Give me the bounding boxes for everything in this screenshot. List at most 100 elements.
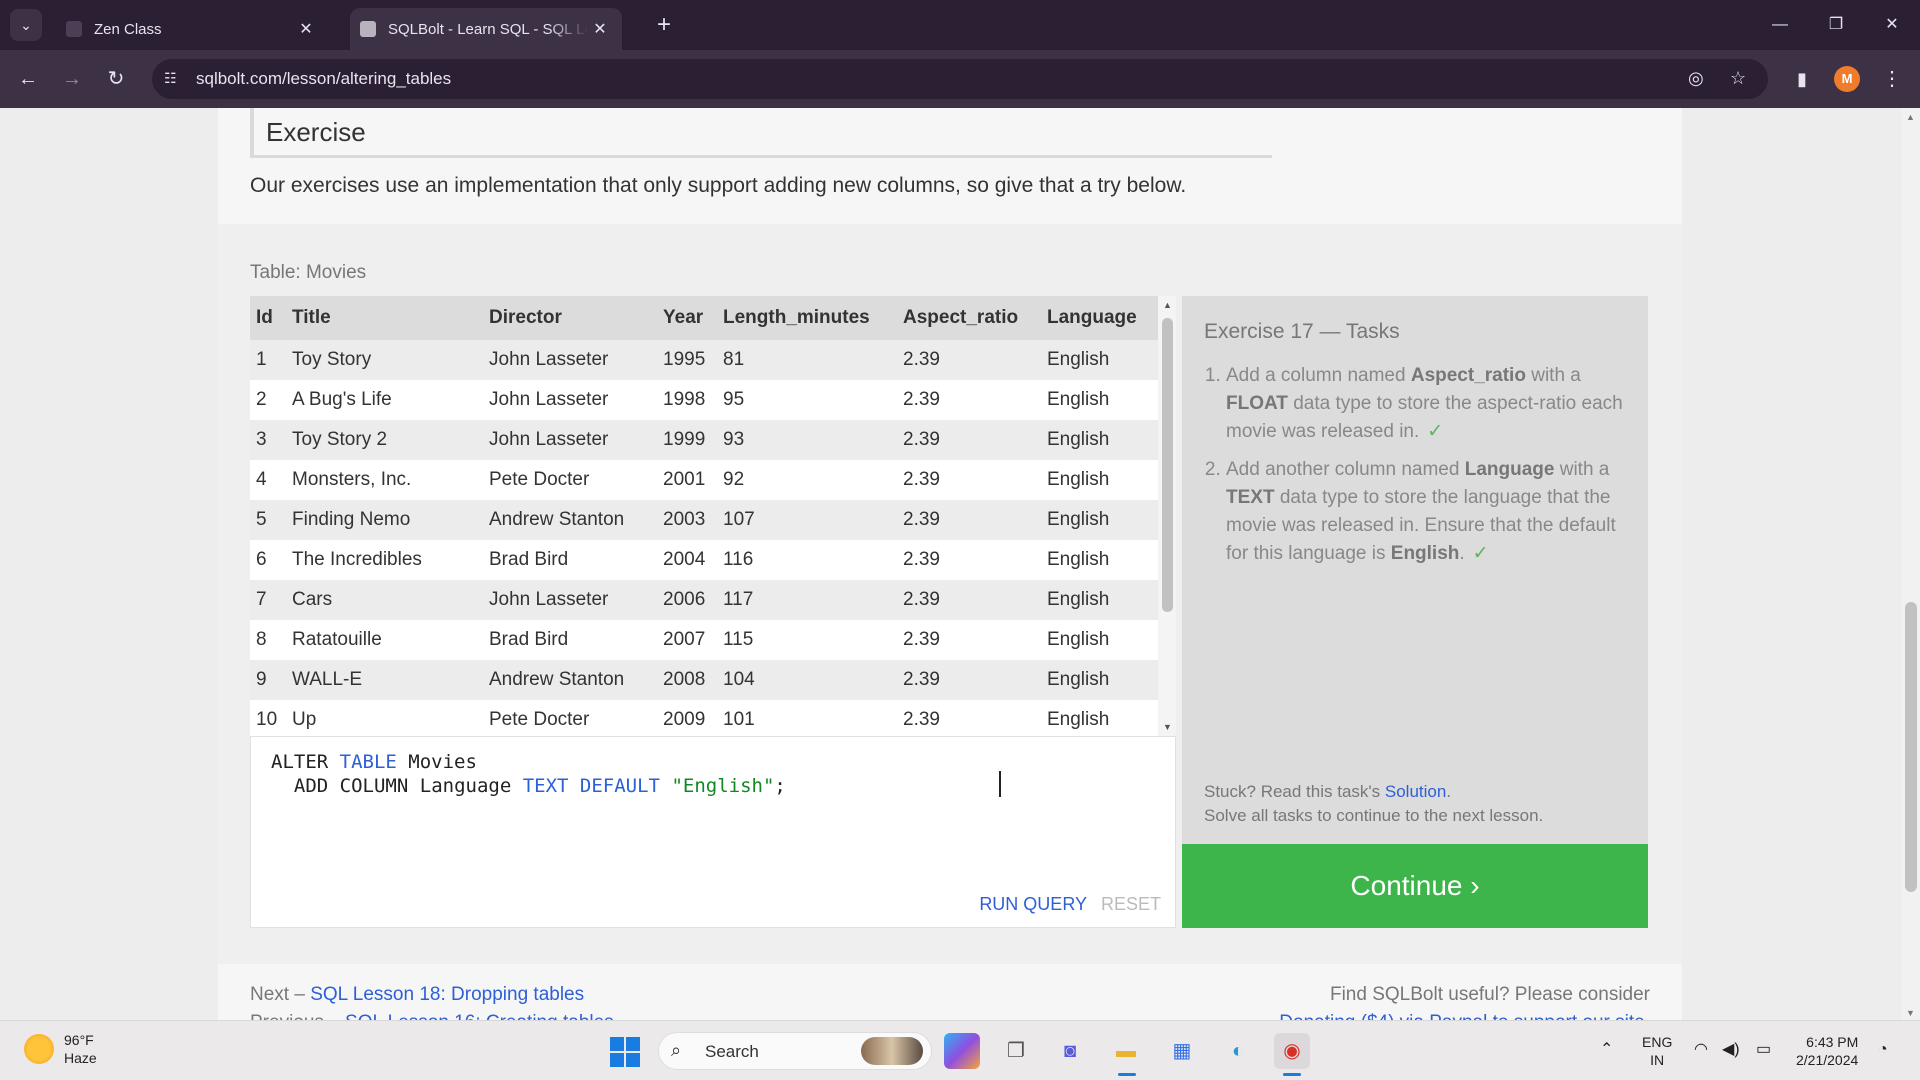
bookmark-star-icon[interactable]: ☆ xyxy=(1730,68,1746,89)
table-cell: Pete Docter xyxy=(483,700,657,736)
run-query-button[interactable]: RUN QUERY xyxy=(979,894,1087,915)
table-cell: 1998 xyxy=(657,380,717,420)
clock[interactable]: 6:43 PM 2/21/2024 xyxy=(1796,1033,1858,1069)
scroll-up-icon[interactable]: ▲ xyxy=(1906,112,1915,122)
table-cell: 2009 xyxy=(657,700,717,736)
table-cell: Finding Nemo xyxy=(286,500,483,540)
notification-bell-icon[interactable]: ◔ xyxy=(1878,1041,1888,1059)
tasks-title: Exercise 17 — Tasks xyxy=(1204,320,1400,343)
table-cell: 2.39 xyxy=(897,700,1041,736)
close-tab-icon[interactable]: ✕ xyxy=(294,19,318,39)
table-cell: 117 xyxy=(717,580,897,620)
movies-table: Id Title Director Year Length_minutes As… xyxy=(250,296,1158,736)
table-cell: John Lasseter xyxy=(483,420,657,460)
continue-button[interactable]: Continue › xyxy=(1182,844,1648,928)
scroll-down-icon[interactable]: ▼ xyxy=(1163,722,1172,732)
table-cell: English xyxy=(1041,340,1158,380)
table-cell: 2.39 xyxy=(897,540,1041,580)
tasks-panel: Exercise 17 — Tasks Add a column named A… xyxy=(1182,296,1648,844)
new-tab-button[interactable]: + xyxy=(650,11,678,39)
edge-browser-icon[interactable]: ◐ xyxy=(1220,1033,1256,1069)
table-cell: 4 xyxy=(250,460,286,500)
scroll-down-icon[interactable]: ▼ xyxy=(1906,1008,1915,1018)
table-cell: 1995 xyxy=(657,340,717,380)
table-row: 9 WALL-E Andrew Stanton 2008 104 2.39 English xyxy=(250,660,1158,700)
table-cell: 2.39 xyxy=(897,340,1041,380)
table-cell: 2 xyxy=(250,380,286,420)
sqlbolt-favicon-icon xyxy=(360,21,376,37)
microsoft-store-icon[interactable]: ▦ xyxy=(1164,1033,1200,1069)
side-panel-icon[interactable]: ▮ xyxy=(1786,63,1818,95)
table-cell: Cars xyxy=(286,580,483,620)
table-cell: Up xyxy=(286,700,483,736)
zen-class-favicon-icon xyxy=(66,21,82,37)
table-cell: Ratatouille xyxy=(286,620,483,660)
wifi-icon[interactable]: ◠ xyxy=(1694,1041,1708,1059)
solution-link[interactable]: Solution xyxy=(1385,782,1446,801)
column-header: Length_minutes xyxy=(717,296,897,340)
kebab-menu-icon[interactable]: ⋮ xyxy=(1876,63,1908,95)
forward-arrow-icon[interactable]: → xyxy=(56,63,88,95)
taskbar-search[interactable]: ⌕ Search xyxy=(658,1032,932,1070)
table-cell: 2.39 xyxy=(897,420,1041,460)
table-cell: Toy Story 2 xyxy=(286,420,483,460)
volume-icon[interactable]: ◀) xyxy=(1722,1041,1740,1059)
table-cell: Andrew Stanton xyxy=(483,660,657,700)
file-explorer-icon[interactable]: ▬ xyxy=(1108,1033,1144,1069)
scroll-up-icon[interactable]: ▲ xyxy=(1163,300,1172,310)
column-header: Id xyxy=(250,296,286,340)
column-header: Year xyxy=(657,296,717,340)
table-cell: English xyxy=(1041,380,1158,420)
tracking-protection-icon[interactable]: ◎ xyxy=(1688,68,1704,89)
tab-sqlbolt[interactable]: SQLBolt - Learn SQL - SQL Lesson 17 ✕ xyxy=(350,8,622,50)
tab-zen-class[interactable]: Zen Class ✕ xyxy=(56,8,328,50)
page-scroll-thumb[interactable] xyxy=(1905,602,1917,892)
chrome-browser-icon[interactable]: ◉ xyxy=(1274,1033,1310,1069)
teams-chat-icon[interactable]: ◙ xyxy=(1052,1033,1088,1069)
reload-icon[interactable]: ↻ xyxy=(100,63,132,95)
show-hidden-icons[interactable]: ⌃ xyxy=(1600,1041,1613,1059)
reset-button[interactable]: RESET xyxy=(1101,894,1161,915)
page-scrollbar[interactable]: ▲ ▼ xyxy=(1902,108,1920,1020)
close-tab-icon[interactable]: ✕ xyxy=(588,19,612,39)
table-scroll-thumb[interactable] xyxy=(1162,318,1173,612)
back-arrow-icon[interactable]: ← xyxy=(12,63,44,95)
editor-line-2: ADD COLUMN Language TEXT DEFAULT "Englis… xyxy=(293,775,786,797)
profile-avatar[interactable]: M xyxy=(1834,66,1860,92)
donate-prompt: Find SQLBolt useful? Please consider xyxy=(1329,984,1650,1005)
language-indicator[interactable]: ENG IN xyxy=(1642,1033,1672,1069)
copilot-icon[interactable] xyxy=(944,1033,980,1069)
site-info-icon[interactable]: ☷ xyxy=(164,70,177,87)
next-lesson-link[interactable]: SQL Lesson 18: Dropping tables xyxy=(310,984,584,1005)
checkmark-icon: ✓ xyxy=(1427,421,1444,442)
weather-widget[interactable]: 96°F Haze xyxy=(24,1031,97,1067)
table-cell: English xyxy=(1041,580,1158,620)
table-header-row: Id Title Director Year Length_minutes As… xyxy=(250,296,1158,340)
table-scrollbar[interactable]: ▲ ▼ xyxy=(1158,296,1176,736)
sql-editor[interactable]: ALTER TABLE Movies ADD COLUMN Language T… xyxy=(250,736,1176,928)
task-view-icon[interactable]: ❐ xyxy=(998,1033,1034,1069)
table-cell: 3 xyxy=(250,420,286,460)
tab-search-dropdown[interactable]: ⌄ xyxy=(10,9,42,41)
minimize-button[interactable]: — xyxy=(1752,0,1808,50)
exercise-intro: Our exercises use an implementation that… xyxy=(250,174,1187,197)
address-bar[interactable]: ☷ sqlbolt.com/lesson/altering_tables ◎ ☆ xyxy=(152,59,1768,99)
tab-title: Zen Class xyxy=(94,20,162,38)
url-text[interactable]: sqlbolt.com/lesson/altering_tables xyxy=(196,69,451,89)
movies-table-container[interactable]: Id Title Director Year Length_minutes As… xyxy=(250,296,1176,736)
battery-icon[interactable]: ▭ xyxy=(1756,1041,1771,1059)
table-row: 6 The Incredibles Brad Bird 2004 116 2.39 Engl… xyxy=(250,540,1158,580)
table-cell: 8 xyxy=(250,620,286,660)
taskbar: 96°F Haze ⌕ Search ❐ ◙ ▬ ▦ ◐ ◉ ⌃ ENG IN ◠ … xyxy=(0,1020,1920,1080)
close-window-button[interactable]: ✕ xyxy=(1864,0,1920,50)
donate-link[interactable]: Donating ($4) via Paypal to support our … xyxy=(1279,1012,1650,1020)
table-cell: English xyxy=(1041,620,1158,660)
table-cell: 2.39 xyxy=(897,620,1041,660)
table-cell: John Lasseter xyxy=(483,380,657,420)
windows-start-icon[interactable] xyxy=(610,1037,640,1067)
restore-button[interactable]: ❐ xyxy=(1808,0,1864,50)
table-cell: 2.39 xyxy=(897,660,1041,700)
table-label: Table: Movies xyxy=(250,262,367,283)
previous-lesson-link[interactable]: SQL Lesson 16: Creating tables xyxy=(345,1012,614,1020)
table-cell: 2001 xyxy=(657,460,717,500)
